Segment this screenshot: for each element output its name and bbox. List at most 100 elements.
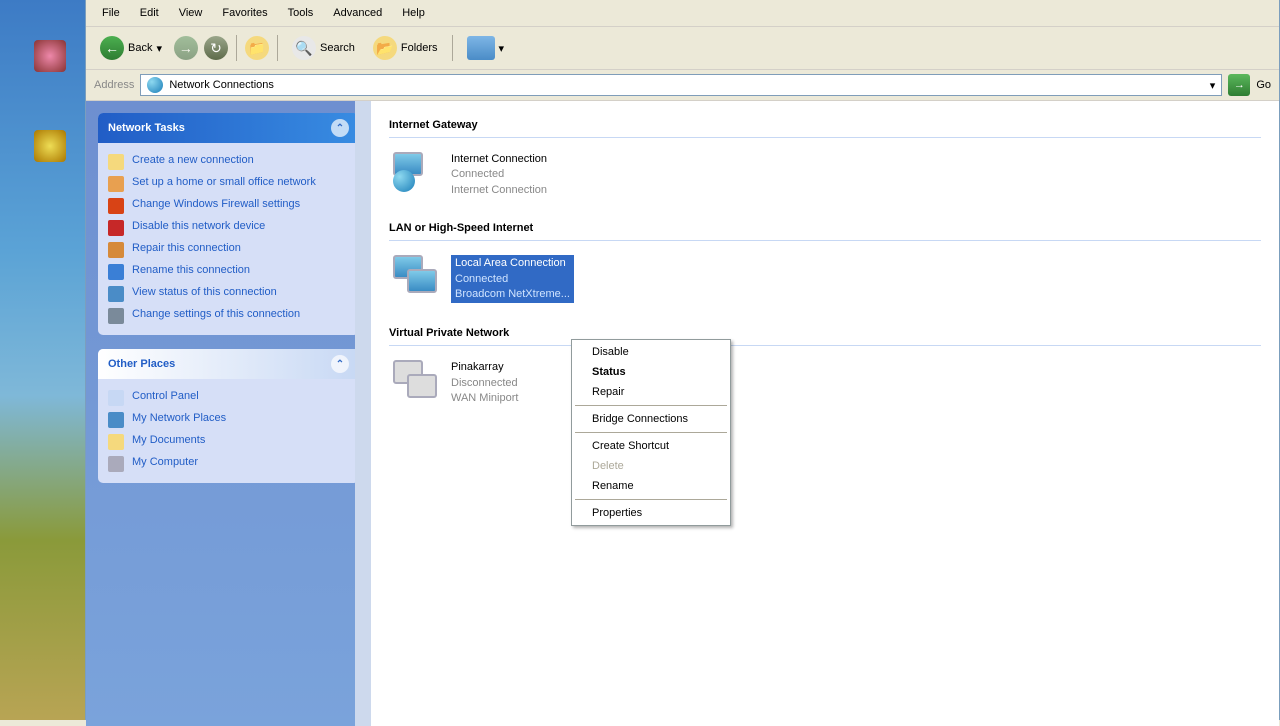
go-button[interactable]: → bbox=[1228, 74, 1250, 96]
other-places-header[interactable]: Other Places ⌃ bbox=[98, 349, 359, 379]
folders-label: Folders bbox=[401, 42, 438, 54]
back-icon: ← bbox=[100, 36, 124, 60]
menu-advanced[interactable]: Advanced bbox=[325, 4, 390, 22]
separator bbox=[452, 35, 453, 61]
collapse-icon[interactable]: ⌃ bbox=[331, 119, 349, 137]
ctx-delete: Delete bbox=[574, 456, 728, 476]
toolbar: ← Back ▾ ← ↻ 📁 🔍 Search 📂 Folders ▾ bbox=[86, 27, 1279, 70]
search-button[interactable]: 🔍 Search bbox=[286, 33, 361, 63]
place-network-places[interactable]: My Network Places bbox=[108, 409, 349, 431]
folders-icon: 📂 bbox=[373, 36, 397, 60]
disable-icon bbox=[108, 220, 124, 236]
connection-device: Internet Connection bbox=[451, 183, 547, 198]
network-icon bbox=[147, 77, 163, 93]
chevron-down-icon[interactable]: ▾ bbox=[1210, 79, 1216, 92]
back-label: Back bbox=[128, 42, 152, 54]
computer-icon bbox=[108, 456, 124, 472]
place-my-computer[interactable]: My Computer bbox=[108, 453, 349, 475]
network-setup-icon bbox=[108, 176, 124, 192]
menu-edit[interactable]: Edit bbox=[132, 4, 167, 22]
task-label: View status of this connection bbox=[132, 286, 277, 298]
ctx-status[interactable]: Status bbox=[574, 362, 728, 382]
views-button[interactable]: ▾ bbox=[461, 33, 511, 63]
chevron-down-icon: ▾ bbox=[156, 42, 162, 55]
connection-name: Pinakarray bbox=[451, 360, 518, 375]
separator bbox=[575, 432, 727, 433]
vpn-icon bbox=[393, 360, 441, 402]
separator bbox=[575, 405, 727, 406]
place-control-panel[interactable]: Control Panel bbox=[108, 387, 349, 409]
desktop-background bbox=[0, 0, 85, 720]
task-repair[interactable]: Repair this connection bbox=[108, 239, 349, 261]
network-tasks-panel: Network Tasks ⌃ Create a new connection … bbox=[98, 113, 359, 335]
network-tasks-header[interactable]: Network Tasks ⌃ bbox=[98, 113, 359, 143]
folders-button[interactable]: 📂 Folders bbox=[367, 33, 444, 63]
documents-icon bbox=[108, 434, 124, 450]
chevron-down-icon: ▾ bbox=[499, 42, 505, 55]
collapse-icon[interactable]: ⌃ bbox=[331, 355, 349, 373]
ctx-bridge[interactable]: Bridge Connections bbox=[574, 409, 728, 429]
place-my-documents[interactable]: My Documents bbox=[108, 431, 349, 453]
menu-tools[interactable]: Tools bbox=[280, 4, 322, 22]
gateway-icon bbox=[393, 152, 441, 194]
task-disable-device[interactable]: Disable this network device bbox=[108, 217, 349, 239]
tasks-sidebar: Network Tasks ⌃ Create a new connection … bbox=[86, 101, 371, 726]
refresh-button[interactable]: ↻ bbox=[204, 36, 228, 60]
panel-body: Control Panel My Network Places My Docum… bbox=[98, 379, 359, 483]
task-label: Change settings of this connection bbox=[132, 308, 300, 320]
task-label: Change Windows Firewall settings bbox=[132, 198, 300, 210]
views-icon bbox=[467, 36, 495, 60]
ctx-properties[interactable]: Properties bbox=[574, 503, 728, 523]
task-label: Disable this network device bbox=[132, 220, 265, 232]
connection-internet[interactable]: Internet Connection Connected Internet C… bbox=[389, 148, 729, 202]
status-icon bbox=[108, 286, 124, 302]
task-firewall[interactable]: Change Windows Firewall settings bbox=[108, 195, 349, 217]
context-menu: Disable Status Repair Bridge Connections… bbox=[571, 339, 731, 526]
desktop-icon[interactable] bbox=[30, 40, 70, 74]
back-button[interactable]: ← Back ▾ bbox=[94, 33, 168, 63]
group-lan: LAN or High-Speed Internet bbox=[389, 218, 1261, 241]
menu-file[interactable]: File bbox=[94, 4, 128, 22]
firewall-icon bbox=[108, 198, 124, 214]
task-rename[interactable]: Rename this connection bbox=[108, 261, 349, 283]
other-places-panel: Other Places ⌃ Control Panel My Network … bbox=[98, 349, 359, 483]
menu-help[interactable]: Help bbox=[394, 4, 433, 22]
desktop-icon[interactable] bbox=[30, 130, 70, 164]
connection-status: Connected bbox=[455, 272, 570, 287]
connection-status: Connected bbox=[451, 167, 547, 182]
place-label: Control Panel bbox=[132, 390, 199, 402]
connections-list[interactable]: Internet Gateway Internet Connection Con… bbox=[371, 101, 1279, 726]
content-area: Network Tasks ⌃ Create a new connection … bbox=[86, 101, 1279, 726]
task-create-connection[interactable]: Create a new connection bbox=[108, 151, 349, 173]
scrollbar[interactable] bbox=[355, 101, 371, 726]
connection-name: Internet Connection bbox=[451, 152, 547, 167]
address-field[interactable]: Network Connections ▾ bbox=[140, 74, 1222, 96]
connection-device: WAN Miniport bbox=[451, 391, 518, 406]
ctx-disable[interactable]: Disable bbox=[574, 342, 728, 362]
place-label: My Network Places bbox=[132, 412, 226, 424]
control-panel-icon bbox=[108, 390, 124, 406]
menu-view[interactable]: View bbox=[171, 4, 211, 22]
up-button[interactable]: 📁 bbox=[245, 36, 269, 60]
ctx-shortcut[interactable]: Create Shortcut bbox=[574, 436, 728, 456]
address-label: Address bbox=[94, 79, 134, 91]
group-vpn: Virtual Private Network bbox=[389, 323, 1261, 346]
connection-status: Disconnected bbox=[451, 376, 518, 391]
task-label: Rename this connection bbox=[132, 264, 250, 276]
menu-favorites[interactable]: Favorites bbox=[214, 4, 275, 22]
search-label: Search bbox=[320, 42, 355, 54]
network-connections-window: File Edit View Favorites Tools Advanced … bbox=[85, 0, 1280, 720]
forward-button[interactable]: ← bbox=[174, 36, 198, 60]
ctx-rename[interactable]: Rename bbox=[574, 476, 728, 496]
group-internet-gateway: Internet Gateway bbox=[389, 115, 1261, 138]
task-view-status[interactable]: View status of this connection bbox=[108, 283, 349, 305]
task-change-settings[interactable]: Change settings of this connection bbox=[108, 305, 349, 327]
separator bbox=[575, 499, 727, 500]
address-bar: Address Network Connections ▾ → Go bbox=[86, 70, 1279, 101]
connection-lan[interactable]: Local Area Connection Connected Broadcom… bbox=[389, 251, 729, 307]
ctx-repair[interactable]: Repair bbox=[574, 382, 728, 402]
task-setup-network[interactable]: Set up a home or small office network bbox=[108, 173, 349, 195]
menu-bar: File Edit View Favorites Tools Advanced … bbox=[86, 0, 1279, 27]
address-value: Network Connections bbox=[169, 79, 274, 91]
connection-device: Broadcom NetXtreme... bbox=[455, 287, 570, 302]
